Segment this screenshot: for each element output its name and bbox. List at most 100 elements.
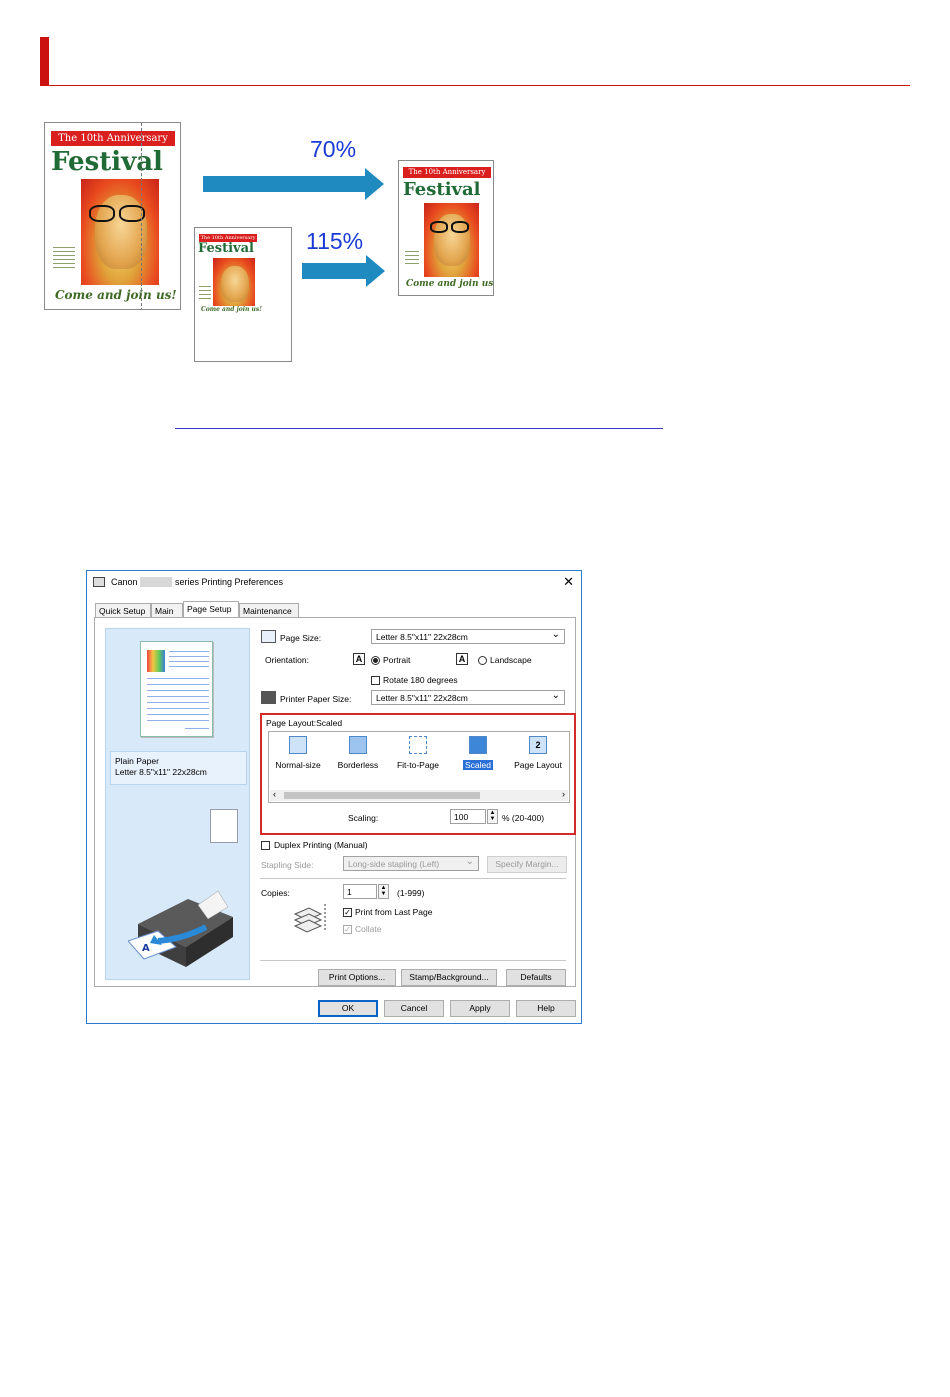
result-poster-photo	[424, 203, 479, 277]
page-setup-panel: Plain Paper Letter 8.5"x11" 22x28cm A Pa…	[94, 617, 576, 987]
layout-borderless[interactable]: Borderless	[331, 736, 385, 770]
stapling-label: Stapling Side:	[261, 860, 314, 870]
printer-paper-size-label: Printer Paper Size:	[280, 694, 352, 704]
page-layout-label: Page Layout:Scaled	[266, 718, 343, 728]
scaling-range: % (20-400)	[502, 813, 545, 823]
layout-scaled-label: Scaled	[463, 760, 493, 770]
layout-scrollbar[interactable]: ‹ ›	[270, 789, 568, 801]
settings-preview: Plain Paper Letter 8.5"x11" 22x28cm A	[105, 628, 250, 980]
printer-icon	[93, 577, 105, 587]
layout-fit-to-page-label: Fit-to-Page	[396, 760, 440, 770]
rotate-180-label: Rotate 180 degrees	[383, 675, 458, 685]
small-poster: The 10th Anniversary Festival Come and j…	[194, 227, 292, 362]
apply-button[interactable]: Apply	[450, 1000, 510, 1017]
stapling-select[interactable]: Long-side stapling (Left)	[343, 856, 479, 871]
result-poster-slogan: Come and join us!	[406, 279, 494, 289]
specify-margin-button[interactable]: Specify Margin...	[487, 856, 567, 873]
poster-banner: The 10th Anniversary	[51, 131, 175, 146]
printing-preferences-dialog: Canon series Printing Preferences ✕ Quic…	[86, 570, 582, 1024]
model-name-blur	[140, 577, 172, 587]
dialog-title-suffix: series Printing Preferences	[175, 577, 284, 587]
small-poster-slogan: Come and join us!	[201, 306, 262, 313]
media-type: Plain Paper	[115, 756, 159, 766]
print-from-last-page-checkbox[interactable]: ✓	[343, 908, 352, 917]
printer-illustration-icon: A	[128, 890, 233, 967]
copies-label: Copies:	[261, 888, 290, 898]
duplex-label: Duplex Printing (Manual)	[274, 840, 368, 850]
media-size: Letter 8.5"x11" 22x28cm	[115, 767, 207, 777]
heading-accent-bar	[40, 37, 49, 86]
print-from-last-page-label: Print from Last Page	[355, 907, 433, 917]
print-options-button[interactable]: Print Options...	[318, 969, 396, 986]
scale-down-label: 70%	[310, 136, 357, 162]
page-size-icon	[261, 630, 276, 643]
heading-rule	[40, 85, 910, 86]
printer-paper-size-select[interactable]: Letter 8.5"x11" 22x28cm	[371, 690, 565, 705]
scaling-label: Scaling:	[348, 813, 379, 823]
scaling-spinner[interactable]: ▲ ▼	[487, 809, 498, 824]
scroll-left-icon[interactable]: ‹	[273, 789, 276, 799]
separator	[260, 878, 566, 879]
spin-down-icon[interactable]: ▼	[379, 891, 388, 897]
ok-button[interactable]: OK	[318, 1000, 378, 1017]
original-poster: The 10th Anniversary Festival Come and j…	[44, 122, 181, 310]
layout-fit-to-page[interactable]: Fit-to-Page	[391, 736, 445, 770]
spin-down-icon[interactable]: ▼	[488, 816, 497, 822]
separator	[260, 960, 566, 961]
copies-spinner[interactable]: ▲ ▼	[378, 884, 389, 899]
page-size-select[interactable]: Letter 8.5"x11" 22x28cm	[371, 629, 565, 644]
borderless-icon	[349, 736, 367, 754]
scale-down-arrow	[203, 168, 384, 200]
portrait-radio[interactable]	[371, 656, 380, 665]
scroll-right-icon[interactable]: ›	[562, 789, 565, 799]
fit-to-page-icon	[409, 736, 427, 754]
layout-normal-size-label: Normal-size	[275, 760, 321, 770]
collate-label: Collate	[355, 924, 382, 934]
normal-size-icon	[289, 736, 307, 754]
tab-maintenance[interactable]: Maintenance	[239, 603, 299, 618]
landscape-icon: A	[456, 653, 468, 665]
scaling-input[interactable]: 100	[450, 809, 486, 824]
collate-checkbox[interactable]: ✓	[343, 925, 352, 934]
printer-paper-size-icon	[261, 691, 276, 704]
layout-page-layout[interactable]: 2 Page Layout	[511, 736, 565, 770]
result-poster-banner: The 10th Anniversary	[403, 167, 491, 178]
dialog-title-bar: Canon series Printing Preferences ✕	[87, 571, 581, 595]
portrait-icon: A	[353, 653, 365, 665]
layout-page-layout-label: Page Layout	[514, 760, 562, 770]
layout-normal-size[interactable]: Normal-size	[271, 736, 325, 770]
scale-up-arrow	[302, 255, 385, 287]
paper-preview	[140, 641, 213, 737]
duplex-checkbox[interactable]	[261, 841, 270, 850]
stamp-background-button[interactable]: Stamp/Background...	[401, 969, 497, 986]
media-info: Plain Paper Letter 8.5"x11" 22x28cm	[110, 751, 247, 785]
layout-borderless-label: Borderless	[337, 760, 379, 770]
tab-quick-setup[interactable]: Quick Setup	[95, 603, 151, 618]
rotate-180-checkbox[interactable]	[371, 676, 380, 685]
page-layout-list: Normal-size Borderless Fit-to-Page Scale…	[268, 731, 570, 803]
portrait-label: Portrait	[383, 655, 411, 665]
scale-up-label: 115%	[306, 228, 364, 254]
landscape-radio[interactable]	[478, 656, 487, 665]
poster-slogan: Come and join us!	[55, 288, 177, 302]
scroll-thumb[interactable]	[284, 792, 480, 799]
result-poster-title: Festival	[403, 179, 481, 200]
svg-text:A: A	[142, 943, 150, 954]
defaults-button[interactable]: Defaults	[506, 969, 566, 986]
poster-photo	[81, 179, 159, 285]
landscape-label: Landscape	[490, 655, 532, 665]
scaled-icon	[469, 736, 487, 754]
paper-orientation-icon	[210, 809, 238, 843]
page-layout-group: Page Layout:Scaled Normal-size Borderles…	[260, 713, 576, 835]
close-icon[interactable]: ✕	[563, 574, 574, 590]
tab-main[interactable]: Main	[151, 603, 183, 618]
tab-page-setup[interactable]: Page Setup	[183, 601, 239, 618]
link-underline[interactable]	[175, 428, 663, 429]
copies-stack-icon	[293, 904, 326, 933]
orientation-label: Orientation:	[265, 655, 309, 665]
page-size-label: Page Size:	[280, 633, 322, 643]
cancel-button[interactable]: Cancel	[384, 1000, 444, 1017]
layout-scaled[interactable]: Scaled	[451, 736, 505, 770]
help-button[interactable]: Help	[516, 1000, 576, 1017]
copies-input[interactable]: 1	[343, 884, 377, 899]
